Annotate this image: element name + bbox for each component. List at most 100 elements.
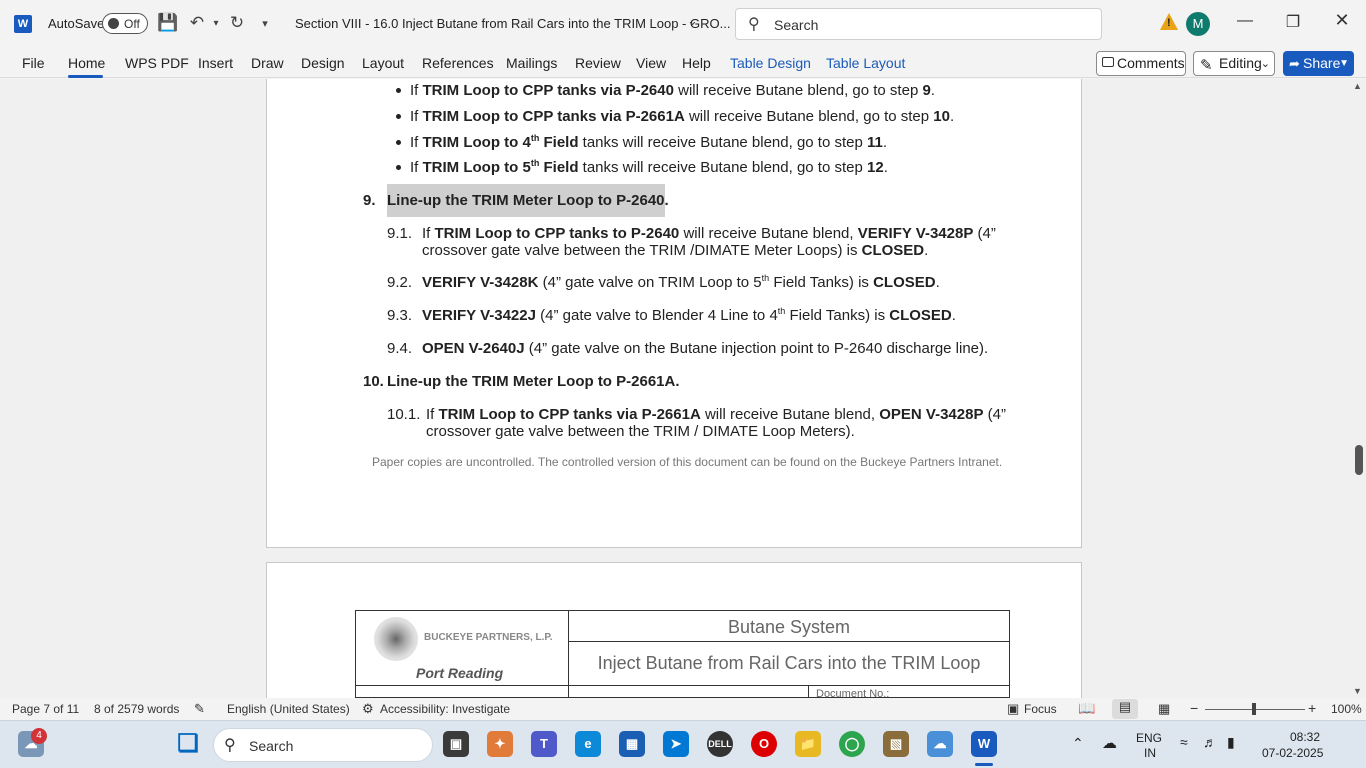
header-table[interactable]: BUCKEYE PARTNERS, L.P. Port Reading Buta… xyxy=(355,610,1010,698)
footer-note: Paper copies are uncontrolled. The contr… xyxy=(372,455,1003,469)
tab-layout[interactable]: Layout xyxy=(362,55,404,71)
step-heading-10[interactable]: 10. xyxy=(363,373,384,390)
edge-icon[interactable]: e xyxy=(575,731,601,757)
share-button[interactable]: ➦ Share ▼ xyxy=(1283,51,1354,76)
undo-dropdown-icon[interactable]: ▾ xyxy=(205,18,227,29)
substep-9-3[interactable]: VERIFY V-3422J (4” gate valve to Blender… xyxy=(422,307,956,325)
step-title-10[interactable]: Line-up the TRIM Meter Loop to P-2661A. xyxy=(387,373,680,390)
read-mode-icon[interactable]: 📖 xyxy=(1078,700,1095,717)
contacts-app-icon[interactable]: ▧ xyxy=(883,731,909,757)
substep-9-1-line2[interactable]: crossover gate valve between the TRIM /D… xyxy=(422,242,928,259)
power-automate-icon[interactable]: ➤ xyxy=(663,731,689,757)
redo-icon[interactable]: ↻ xyxy=(226,13,248,33)
document-title[interactable]: Section VIII - 16.0 Inject Butane from R… xyxy=(295,16,730,31)
chevron-down-icon[interactable]: ⌄ xyxy=(687,13,698,29)
word-count[interactable]: 8 of 2579 words xyxy=(94,702,179,716)
text: . xyxy=(935,274,940,291)
avatar[interactable]: M xyxy=(1186,12,1210,36)
language-indicator-line1[interactable]: ENG xyxy=(1136,731,1162,745)
tab-insert[interactable]: Insert xyxy=(198,55,233,71)
tab-table-design[interactable]: Table Design xyxy=(730,55,811,71)
copilot-icon[interactable]: ✦ xyxy=(487,731,513,757)
focus-button[interactable]: Focus xyxy=(1024,702,1057,716)
toggle-knob xyxy=(108,18,119,29)
tab-draw[interactable]: Draw xyxy=(251,55,284,71)
tab-wps-pdf[interactable]: WPS PDF xyxy=(125,55,189,71)
active-tab-indicator xyxy=(68,75,103,78)
tab-mailings[interactable]: Mailings xyxy=(506,55,557,71)
language-indicator-line2[interactable]: IN xyxy=(1144,746,1156,760)
scroll-down-icon[interactable]: ▼ xyxy=(1353,686,1362,696)
start-icon[interactable]: ❏ xyxy=(175,731,201,757)
search-input[interactable] xyxy=(774,15,1084,35)
list-item[interactable]: If TRIM Loop to 4th Field tanks will rec… xyxy=(410,134,887,152)
dell-icon[interactable]: DELL xyxy=(707,731,733,757)
minimize-icon[interactable]: — xyxy=(1230,12,1260,30)
comments-icon xyxy=(1102,57,1114,67)
editing-mode-button[interactable]: ✎ Editing ⌄ xyxy=(1193,51,1275,76)
search-box[interactable]: ⚲ xyxy=(735,8,1102,40)
opera-icon[interactable]: O xyxy=(751,731,777,757)
list-item[interactable]: If TRIM Loop to CPP tanks via P-2640 wil… xyxy=(410,82,935,99)
step-heading-9[interactable]: 9. xyxy=(363,192,376,209)
bold-text: CLOSED xyxy=(889,307,952,324)
wifi-icon[interactable]: ≈ xyxy=(1180,734,1188,750)
teams-icon[interactable]: T xyxy=(531,731,557,757)
maximize-icon[interactable]: ❐ xyxy=(1278,12,1308,32)
task-view-icon[interactable]: ▣ xyxy=(443,731,469,757)
close-icon[interactable]: ✕ xyxy=(1327,10,1357,31)
warning-icon[interactable]: ! xyxy=(1160,13,1178,30)
list-item[interactable]: If TRIM Loop to CPP tanks via P-2661A wi… xyxy=(410,108,954,125)
clock-time[interactable]: 08:32 xyxy=(1290,730,1320,744)
bold-text: Field xyxy=(539,159,579,176)
customize-icon[interactable]: ▾ xyxy=(254,17,276,30)
autosave-toggle[interactable]: Off xyxy=(102,13,148,34)
file-explorer-icon[interactable]: 📁 xyxy=(795,731,821,757)
tab-home[interactable]: Home xyxy=(68,55,105,71)
text: If xyxy=(410,82,423,99)
zoom-out-icon[interactable]: − xyxy=(1190,700,1198,716)
web-layout-icon[interactable]: ▦ xyxy=(1158,701,1170,717)
step-ref: 10 xyxy=(933,108,950,125)
chevron-up-icon[interactable]: ⌃ xyxy=(1072,735,1084,752)
weather-app-icon[interactable]: ☁ xyxy=(927,731,953,757)
accessibility-status[interactable]: Accessibility: Investigate xyxy=(380,702,510,716)
save-icon[interactable]: 💾 xyxy=(157,13,179,33)
text: will receive Butane blend, xyxy=(700,406,880,423)
tab-design[interactable]: Design xyxy=(301,55,345,71)
list-item[interactable]: If TRIM Loop to 5th Field tanks will rec… xyxy=(410,159,888,177)
zoom-level[interactable]: 100% xyxy=(1331,702,1362,716)
step-title-9[interactable]: Line-up the TRIM Meter Loop to P-2640. xyxy=(387,184,669,217)
scroll-thumb[interactable] xyxy=(1355,445,1363,475)
scroll-up-icon[interactable]: ▲ xyxy=(1353,81,1362,91)
clock-date[interactable]: 07-02-2025 xyxy=(1262,746,1323,760)
language-indicator[interactable]: English (United States) xyxy=(227,702,350,716)
volume-icon[interactable]: ♬ xyxy=(1203,734,1217,750)
zoom-in-icon[interactable]: + xyxy=(1308,700,1316,716)
text: . xyxy=(949,108,955,125)
store-icon[interactable]: ▦ xyxy=(619,731,645,757)
print-layout-icon[interactable]: ▤ xyxy=(1112,699,1138,719)
zoom-slider-thumb[interactable] xyxy=(1252,703,1256,715)
substep-9-1[interactable]: If TRIM Loop to CPP tanks to P-2640 will… xyxy=(422,225,996,242)
tab-review[interactable]: Review xyxy=(575,55,621,71)
vertical-scrollbar[interactable]: ▲ ▼ xyxy=(1350,79,1366,698)
chrome-icon[interactable]: ◯ xyxy=(839,731,865,757)
proofing-icon[interactable]: ✎ xyxy=(194,701,205,717)
taskbar-search-label: Search xyxy=(249,738,294,754)
tab-help[interactable]: Help xyxy=(682,55,711,71)
word-taskbar-icon[interactable]: W xyxy=(971,731,997,757)
substep-10-1[interactable]: If TRIM Loop to CPP tanks via P-2661A wi… xyxy=(426,406,1006,423)
substep-9-2[interactable]: VERIFY V-3428K (4” gate valve on TRIM Lo… xyxy=(422,274,940,292)
tab-file[interactable]: File xyxy=(22,55,45,71)
battery-icon[interactable]: ▮ xyxy=(1227,734,1235,751)
onedrive-icon[interactable]: ☁ xyxy=(1102,734,1117,752)
taskbar-search[interactable]: ⚲ Search xyxy=(213,728,433,762)
substep-9-4[interactable]: OPEN V-2640J (4” gate valve on the Butan… xyxy=(422,340,988,357)
page-count[interactable]: Page 7 of 11 xyxy=(12,702,79,716)
comments-button[interactable]: Comments xyxy=(1096,51,1186,76)
tab-table-layout[interactable]: Table Layout xyxy=(826,55,905,71)
tab-view[interactable]: View xyxy=(636,55,666,71)
tab-references[interactable]: References xyxy=(422,55,494,71)
substep-10-1-line2[interactable]: crossover gate valve between the TRIM / … xyxy=(426,423,855,440)
